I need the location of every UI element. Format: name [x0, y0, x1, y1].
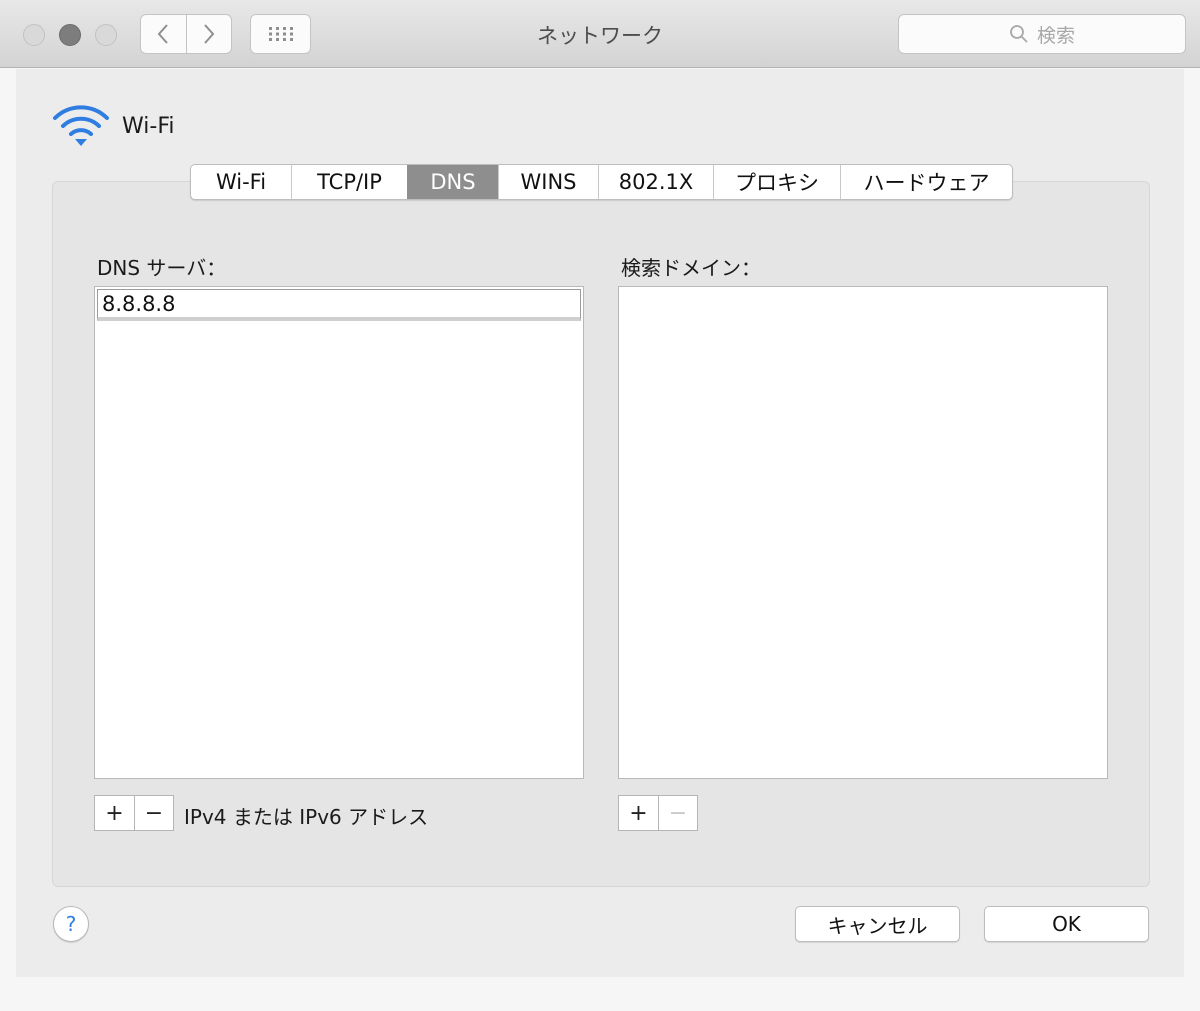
tab-wins[interactable]: WINS: [498, 165, 598, 199]
tab-proxy[interactable]: プロキシ: [713, 165, 840, 199]
tab-hardware[interactable]: ハードウェア: [840, 165, 1012, 199]
interface-name: Wi-Fi: [122, 113, 175, 139]
tab-8021x[interactable]: 802.1X: [598, 165, 713, 199]
search-domains-label: 検索ドメイン：: [621, 256, 761, 280]
help-button[interactable]: ?: [53, 906, 89, 942]
search-domains-list[interactable]: [618, 286, 1108, 779]
magnifier-icon: [1010, 25, 1028, 43]
search-domain-add-button[interactable]: +: [619, 796, 658, 830]
tab-wifi[interactable]: Wi-Fi: [191, 165, 291, 199]
dns-add-remove: + −: [94, 795, 174, 831]
dns-hint: IPv4 または IPv6 アドレス: [184, 805, 429, 829]
dns-servers-label: DNS サーバ：: [97, 256, 227, 280]
tab-dns[interactable]: DNS: [407, 165, 498, 199]
cancel-button[interactable]: キャンセル: [795, 906, 960, 942]
ok-button[interactable]: OK: [984, 906, 1149, 942]
interface-header: Wi-Fi: [52, 104, 175, 148]
search-placeholder: 検索: [1036, 24, 1075, 47]
search-field[interactable]: 検索: [898, 14, 1186, 54]
wifi-icon: [53, 105, 109, 146]
tab-tcpip[interactable]: TCP/IP: [291, 165, 407, 199]
tab-bar: Wi-Fi TCP/IP DNS WINS 802.1X プロキシ ハードウェア: [190, 164, 1013, 200]
dns-servers-list[interactable]: 8.8.8.8: [94, 286, 584, 779]
dns-server-row[interactable]: 8.8.8.8: [97, 289, 581, 321]
dns-remove-button[interactable]: −: [134, 796, 173, 830]
search-domain-remove-button: −: [658, 796, 697, 830]
title-bar: ネットワーク 検索: [0, 0, 1200, 68]
dns-add-button[interactable]: +: [95, 796, 134, 830]
search-domains-add-remove: + −: [618, 795, 698, 831]
